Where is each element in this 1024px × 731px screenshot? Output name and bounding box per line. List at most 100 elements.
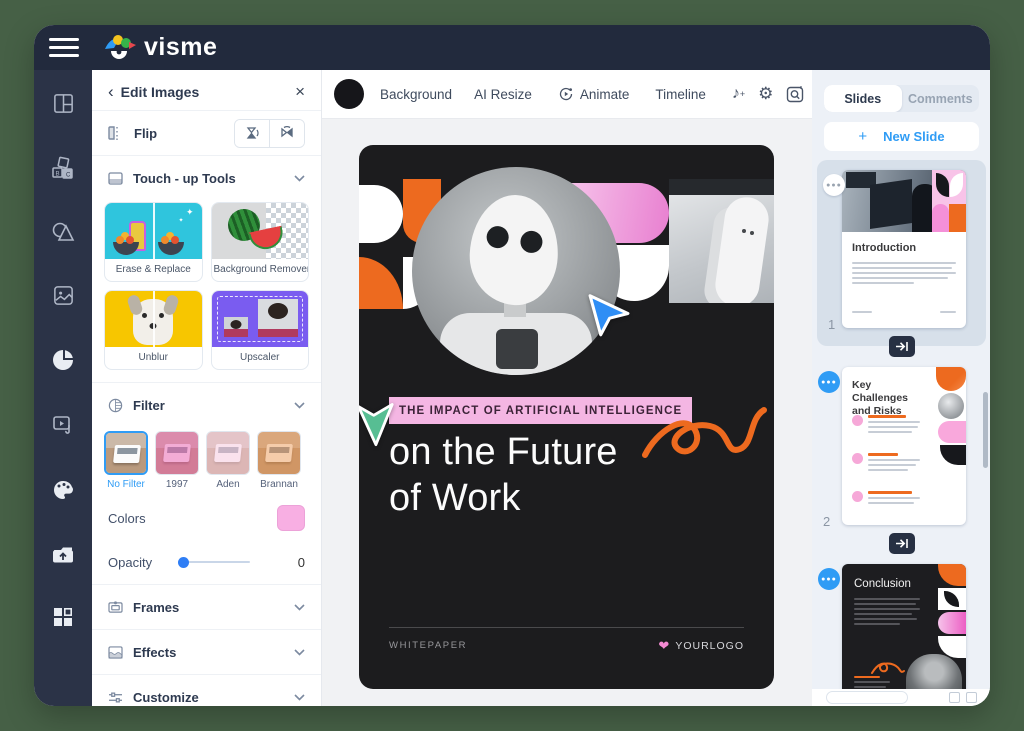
filter-aden[interactable]: Aden <box>206 431 250 490</box>
squiggle-decoration <box>637 401 767 475</box>
opacity-slider[interactable] <box>178 556 250 568</box>
deco-shape <box>938 564 966 660</box>
edit-images-panel: ‹ Edit Images × Flip Touch - up Tools <box>92 70 322 706</box>
layout-icon[interactable] <box>52 92 75 115</box>
filter-option-label: Aden <box>206 479 250 490</box>
touch-up-tools-header[interactable]: Touch - up Tools <box>92 155 321 200</box>
section-label: Effects <box>133 645 176 660</box>
unblur-preview <box>105 291 202 347</box>
erase-replace-card[interactable]: ✦ ✦ Erase & Replace <box>104 202 203 282</box>
unblur-card[interactable]: Unblur <box>104 290 203 370</box>
slide-number: 2 <box>823 514 830 529</box>
customize-icon <box>108 691 123 704</box>
flip-horizontal-button[interactable] <box>269 120 304 147</box>
effects-section[interactable]: Effects <box>92 629 321 674</box>
deco-shape <box>932 170 966 232</box>
slider-knob[interactable] <box>178 557 189 568</box>
new-slide-button[interactable]: + New Slide <box>824 122 979 151</box>
footer-pill-button[interactable] <box>826 691 908 704</box>
slide-row-2[interactable]: ●●● Key Challenges and Risks <box>812 357 990 543</box>
filter-no-filter[interactable]: No Filter <box>104 431 148 490</box>
media-icon[interactable] <box>51 413 75 437</box>
filter-option-label: No Filter <box>104 479 148 490</box>
divider <box>153 291 155 347</box>
background-color-swatch[interactable] <box>334 79 364 109</box>
background-button[interactable]: Background <box>380 87 452 102</box>
transition-button[interactable] <box>889 336 915 357</box>
flip-vertical-button[interactable] <box>235 120 269 147</box>
hamburger-menu-icon[interactable] <box>49 33 79 62</box>
close-icon[interactable]: × <box>295 83 305 100</box>
slide-canvas[interactable]: THE IMPACT OF ARTIFICIAL INTELLIGENCE on… <box>359 145 774 689</box>
slide-title-line1: on the Future <box>389 429 618 475</box>
slide-menu-icon[interactable]: ●●● <box>818 371 840 393</box>
deco-shape <box>936 367 966 391</box>
main-area: Background AI Resize Animate Timeline ♪+… <box>322 70 812 706</box>
filter-header[interactable]: Filter <box>92 382 321 427</box>
divider <box>389 627 744 628</box>
preview-zoom-icon[interactable] <box>786 85 804 103</box>
upscaler-card[interactable]: Upscaler <box>211 290 310 370</box>
scrollbar[interactable] <box>983 392 988 468</box>
settings-gear-icon[interactable]: ⚙ <box>758 84 773 104</box>
slide-thumbnail-3[interactable]: Conclusion <box>842 564 966 706</box>
filter-options: No Filter 1997 Aden Brannan <box>92 427 321 496</box>
slide-strip: ●●● Introduction 1 <box>812 160 990 692</box>
slide-number: 1 <box>828 317 835 332</box>
deco-shape <box>940 445 966 465</box>
touch-up-icon <box>108 172 123 185</box>
plus-icon: + <box>858 128 867 145</box>
slide-thumbnail-2[interactable]: Key Challenges and Risks <box>842 367 966 525</box>
deco-shape <box>258 299 298 337</box>
shapes-icon[interactable] <box>51 221 75 243</box>
robot-circle-photo[interactable] <box>412 167 620 375</box>
text-line <box>940 311 956 313</box>
panel-title: Edit Images <box>121 84 200 100</box>
slide-row-3[interactable]: ●●● Conclusion <box>812 554 990 706</box>
sparkle-icon: ✦ <box>178 217 183 224</box>
chevron-down-icon <box>294 604 305 611</box>
apps-grid-icon[interactable] <box>52 606 74 628</box>
effects-icon <box>108 646 123 659</box>
uploads-folder-icon[interactable] <box>51 543 75 565</box>
footer-icons <box>949 692 977 703</box>
section-label: Frames <box>133 600 179 615</box>
slides-panel: Slides Comments + New Slide ●●● Introduc… <box>812 70 990 706</box>
audio-add-icon[interactable]: ♪+ <box>732 85 745 103</box>
theme-palette-icon[interactable] <box>51 478 75 502</box>
filter-1997[interactable]: 1997 <box>155 431 199 490</box>
chevron-down-icon <box>294 649 305 656</box>
left-rail: BC <box>34 70 92 706</box>
erase-replace-preview: ✦ ✦ <box>105 203 202 259</box>
expand-icon[interactable] <box>966 692 977 703</box>
slide-menu-icon[interactable]: ●●● <box>823 174 845 196</box>
data-pie-icon[interactable] <box>51 348 75 372</box>
filter-option-label: 1997 <box>155 479 199 490</box>
tab-comments[interactable]: Comments <box>902 85 980 112</box>
divider <box>153 203 155 259</box>
abc-blocks-icon[interactable]: BC <box>51 156 75 180</box>
ai-resize-button[interactable]: AI Resize <box>474 87 532 102</box>
canvas-area[interactable]: THE IMPACT OF ARTIFICIAL INTELLIGENCE on… <box>322 119 812 706</box>
slide-title-line2: of Work <box>389 475 618 521</box>
grid-view-icon[interactable] <box>949 692 960 703</box>
animate-button[interactable]: Animate <box>580 87 630 102</box>
panel-header: ‹ Edit Images × <box>92 70 321 110</box>
yourlogo: ❤YOURLOGO <box>658 639 744 652</box>
photos-icon[interactable] <box>52 284 75 307</box>
color-swatch[interactable] <box>277 505 305 531</box>
tab-slides[interactable]: Slides <box>824 85 902 112</box>
slide-thumbnail-1[interactable]: Introduction <box>842 170 966 328</box>
transition-button[interactable] <box>889 533 915 554</box>
background-remover-card[interactable]: Background Remover <box>211 202 310 282</box>
timeline-button[interactable]: Timeline <box>655 87 706 102</box>
customize-section[interactable]: Customize <box>92 674 321 706</box>
slide-menu-icon[interactable]: ●●● <box>818 568 840 590</box>
slide-row-1[interactable]: ●●● Introduction 1 <box>817 160 986 346</box>
slide-title[interactable]: on the Future of Work <box>389 429 618 522</box>
visme-logo[interactable]: visme <box>103 33 217 63</box>
back-icon[interactable]: ‹ <box>108 83 114 100</box>
filter-brannan[interactable]: Brannan <box>257 431 301 490</box>
thumb-list-item <box>852 453 922 474</box>
frames-section[interactable]: Frames <box>92 584 321 629</box>
